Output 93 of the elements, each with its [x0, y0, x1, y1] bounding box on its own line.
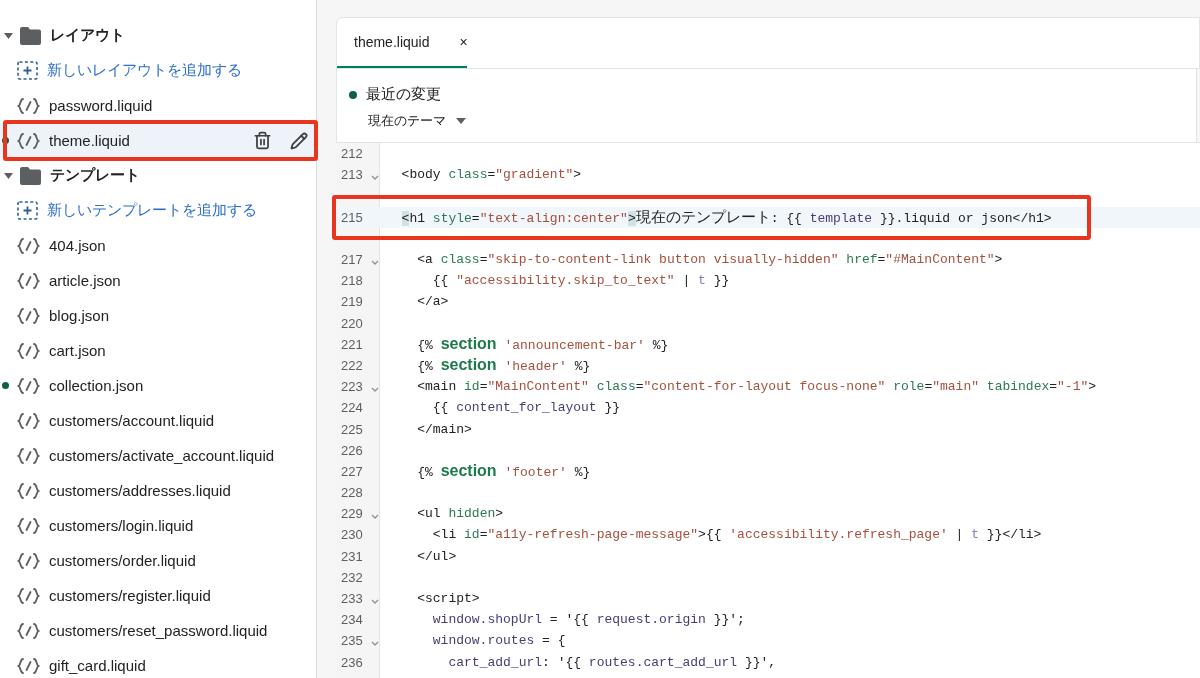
code-file-icon — [17, 271, 40, 290]
code-file-icon — [17, 96, 40, 115]
code-line: window.routes = { — [431, 633, 566, 649]
code-file-icon — [17, 236, 40, 255]
file-name[interactable]: cart.json — [49, 342, 316, 359]
file-name[interactable]: customers/login.liquid — [49, 517, 316, 534]
theme-select[interactable]: 現在のテーマ — [349, 112, 466, 130]
line-number: 213 — [340, 167, 364, 183]
line-number: 234 — [340, 612, 364, 628]
code-line: </main> — [416, 421, 472, 437]
code-line: <body class="gradient"> — [400, 167, 582, 183]
code-line: window.shopUrl = '{{ request.origin }}'; — [431, 612, 745, 628]
code-file-icon — [17, 376, 40, 395]
line-number: 212 — [340, 146, 364, 162]
fold-icon[interactable] — [371, 387, 379, 393]
code-file-icon — [17, 551, 40, 570]
line-number: 232 — [340, 569, 364, 585]
line-number: 231 — [340, 548, 364, 564]
code-file-icon — [17, 446, 40, 465]
line-number: 227 — [340, 463, 364, 479]
code-file-icon — [17, 516, 40, 535]
code-file-icon — [17, 621, 40, 640]
file-name: theme.liquid — [49, 132, 131, 149]
add-file-link[interactable]: 新しいテンプレートを追加する — [47, 201, 257, 220]
line-number: 219 — [340, 294, 364, 310]
add-file-icon — [17, 61, 38, 80]
caret-icon — [456, 118, 466, 124]
line-number: 235 — [340, 633, 364, 649]
code-line: </a> — [416, 294, 449, 310]
file-name[interactable]: customers/order.liquid — [49, 552, 316, 569]
code-line: {{ "accessibility.skip_to_text" | t }} — [431, 273, 730, 289]
add-file-link[interactable]: 新しいレイアウトを追加する — [47, 61, 242, 80]
code-line: <script> — [416, 591, 480, 607]
file-name[interactable]: customers/activate_account.liquid — [49, 447, 316, 464]
line-number: 220 — [340, 315, 364, 331]
code-line: cart_add_url: '{{ routes.cart_add_url }}', — [447, 654, 777, 670]
line-number: 225 — [340, 421, 364, 437]
file-name[interactable]: 404.json — [49, 237, 316, 254]
code-line: <ul hidden> — [416, 506, 504, 522]
file-name[interactable]: collection.json — [49, 377, 316, 394]
folder-label[interactable]: テンプレート — [50, 166, 140, 185]
code-line: {{ content_for_layout }} — [431, 400, 621, 416]
fold-icon[interactable] — [371, 175, 379, 181]
line-number: 228 — [340, 485, 364, 501]
line-number: 222 — [340, 357, 364, 373]
tab-label: theme.liquid — [354, 34, 430, 50]
code-line: <li id="a11y-refresh-page-message">{{ 'accessibility.refresh_page' | t }}</li> — [431, 527, 1042, 543]
code-line: <h1 style="text-align:center">現在のテンプレート: {{ template }}.liquid or json</h1> — [400, 207, 1052, 227]
code-line: {% section 'footer' %} — [416, 462, 591, 481]
file-name[interactable]: article.json — [49, 272, 316, 289]
code-file-icon — [17, 131, 40, 150]
file-name[interactable]: customers/addresses.liquid — [49, 482, 316, 499]
line-number: 215 — [340, 209, 364, 225]
code-file-icon — [17, 411, 40, 430]
line-number: 230 — [340, 527, 364, 543]
code-file-icon — [17, 481, 40, 500]
status-dot — [349, 90, 357, 99]
line-number: 233 — [340, 591, 364, 607]
line-number: 223 — [340, 379, 364, 395]
fold-icon[interactable] — [371, 260, 379, 266]
code-file-icon — [17, 586, 40, 605]
file-name[interactable]: customers/account.liquid — [49, 412, 316, 429]
folder-icon — [20, 166, 41, 185]
code-line: <a class="skip-to-content-link button visually-hidden" href="#MainContent"> — [416, 252, 1003, 268]
code-file-icon — [17, 656, 40, 675]
add-file-icon — [17, 201, 38, 220]
line-number: 221 — [340, 336, 364, 352]
close-button[interactable]: × — [459, 34, 468, 50]
code-line: {% section 'announcement-bar' %} — [416, 335, 669, 354]
fold-icon[interactable] — [371, 599, 379, 605]
line-number: 236 — [340, 654, 364, 670]
line-number: 218 — [340, 273, 364, 289]
line-number: 226 — [340, 442, 364, 458]
code-line: <main id="MainContent" class="content-for-layout focus-none" role="main" tabindex="-1"> — [416, 379, 1097, 395]
code-line: </ul> — [416, 548, 457, 564]
file-name[interactable]: password.liquid — [49, 97, 316, 114]
line-number: 217 — [340, 252, 364, 268]
caret-icon[interactable] — [4, 32, 13, 39]
code-file-icon — [17, 306, 40, 325]
fold-icon[interactable] — [371, 641, 379, 647]
line-number: 229 — [340, 506, 364, 522]
caret-icon[interactable] — [4, 172, 13, 179]
line-number: 224 — [340, 400, 364, 416]
folder-label[interactable]: レイアウト — [50, 26, 125, 45]
folder-icon — [20, 26, 41, 45]
file-name[interactable]: gift_card.liquid — [49, 657, 316, 674]
version-title: 最近の変更 — [366, 85, 441, 104]
file-name[interactable]: customers/reset_password.liquid — [49, 622, 316, 639]
file-name[interactable]: blog.json — [49, 307, 316, 324]
code-line: {% section 'header' %} — [416, 356, 591, 375]
fold-icon[interactable] — [371, 514, 379, 520]
code-file-icon — [17, 341, 40, 360]
file-name[interactable]: customers/register.liquid — [49, 587, 316, 604]
